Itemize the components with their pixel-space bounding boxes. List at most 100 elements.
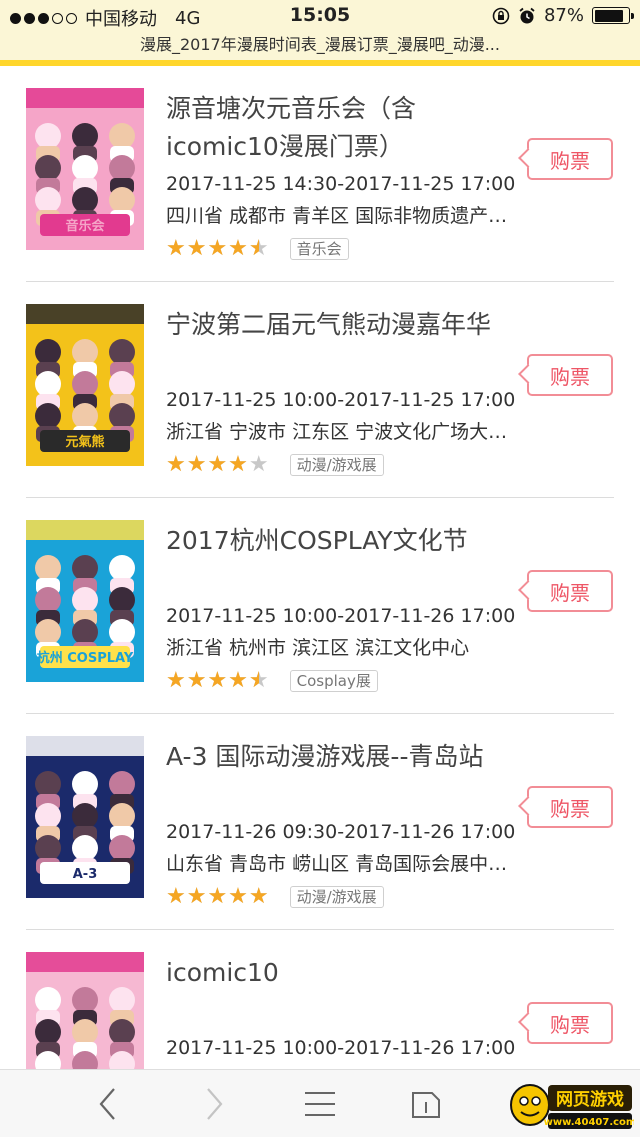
event-title[interactable]: 宁波第二届元气熊动漫嘉年华 [166,306,516,344]
buy-ticket-button[interactable]: 购票 [527,1002,613,1044]
poster-figure [72,371,98,397]
poster-figure [72,123,98,149]
tabs-button[interactable] [404,1084,448,1124]
poster-figure [109,587,135,613]
event-poster[interactable]: 杭州 COSPLAY [26,520,144,682]
poster-figure [72,403,98,429]
poster-caption: 元氣熊 [65,434,104,450]
event-info: A-3 国际动漫游戏展--青岛站 [166,738,516,776]
poster-caption: 杭州 COSPLAY [37,650,134,666]
site-watermark: 网页游戏 www.40407.com [510,1084,634,1129]
poster-figure [72,187,98,213]
event-tag: 音乐会 [289,238,349,260]
poster-figure [72,803,98,829]
poster-header-band [26,88,144,108]
poster-figure [109,619,135,645]
poster-figure [72,555,98,581]
event-poster[interactable]: 音乐会 [26,88,144,250]
poster-figure [72,835,98,861]
event-title[interactable]: A-3 国际动漫游戏展--青岛站 [166,738,516,776]
event-time: 2017-11-25 10:00-2017-11-26 17:00 [166,605,516,627]
menu-icon [305,1092,335,1116]
event-info: icomic10 [166,954,516,992]
event-poster[interactable]: 元氣熊 [26,304,144,466]
event-tag: Cosplay展 [289,670,378,692]
poster-figure [72,1019,98,1045]
event-meta: 2017-11-25 14:30-2017-11-25 17:00 四川省 成都… [166,168,516,266]
back-button[interactable] [86,1084,130,1124]
watermark-name: 网页游戏 [556,1089,624,1110]
event-info: 宁波第二届元气熊动漫嘉年华 [166,306,516,344]
poster-figure [109,187,135,213]
poster-figure [35,155,61,181]
forward-button[interactable] [192,1084,236,1124]
poster-figure [72,619,98,645]
poster-figure [35,587,61,613]
poster-figure [109,555,135,581]
status-right: 87% [492,5,634,26]
poster-figure [109,339,135,365]
poster-figure [109,987,135,1013]
event-address: 浙江省 杭州市 滨江区 滨江文化中心 [166,637,470,659]
url-bar-title[interactable]: 漫展_2017年漫展时间表_漫展订票_漫展吧_动漫... [0,31,640,55]
event-time: 2017-11-25 10:00-2017-11-25 17:00 [166,389,516,411]
event-poster[interactable]: A-3 [26,736,144,898]
poster-figure [109,155,135,181]
event-item[interactable]: 杭州 COSPLAY 2017杭州COSPLAY文化节 2017-11-25 1… [0,498,640,714]
buy-ticket-button[interactable]: 购票 [527,354,613,396]
event-meta: 2017-11-25 10:00-2017-11-25 17:00 浙江省 宁波… [166,384,516,482]
event-address: 浙江省 宁波市 江东区 宁波文化广场大剧院 [166,421,516,443]
poster-figure [109,1019,135,1045]
event-address: 四川省 成都市 青羊区 国际非物质遗产博览园 [166,205,516,227]
status-bar: 中国移动 4G 15:05 87% [0,0,640,32]
event-info: 源音塘次元音乐会（含icomic10漫展门票） [166,90,516,166]
poster-figure [109,835,135,861]
poster-figure [35,619,61,645]
rating-stars-icon: ★★★★★★★★★★ [166,236,270,261]
event-list: 音乐会 源音塘次元音乐会（含icomic10漫展门票） 2017-11-25 1… [0,66,640,1137]
poster-figure [109,403,135,429]
poster-figure [35,803,61,829]
buy-ticket-button[interactable]: 购票 [527,570,613,612]
event-title[interactable]: 源音塘次元音乐会（含icomic10漫展门票） [166,90,516,166]
poster-figure [35,555,61,581]
event-footer: ★★★★★★★★★★ 动漫/游戏展 [166,880,516,914]
event-title[interactable]: 2017杭州COSPLAY文化节 [166,522,516,560]
poster-figure [109,771,135,797]
poster-caption: 音乐会 [65,218,105,234]
event-footer: ★★★★★★★★★★ Cosplay展 [166,664,516,698]
buy-ticket-button[interactable]: 购票 [527,138,613,180]
event-footer: ★★★★★★★★★★ 音乐会 [166,232,516,266]
menu-button[interactable] [298,1084,342,1124]
poster-figure [35,187,61,213]
poster-header-band [26,736,144,756]
event-address: 山东省 青岛市 崂山区 青岛国际会展中心3号馆 [166,853,516,875]
poster-figure [72,987,98,1013]
poster-figure [35,123,61,149]
poster-figure [72,155,98,181]
battery-icon [592,7,634,24]
poster-caption: A-3 [73,867,98,882]
poster-figure [35,371,61,397]
poster-figure [109,123,135,149]
poster-figure [72,771,98,797]
event-time: 2017-11-25 14:30-2017-11-25 17:00 [166,173,516,195]
poster-figure [109,371,135,397]
poster-figure [109,803,135,829]
event-item[interactable]: 音乐会 源音塘次元音乐会（含icomic10漫展门票） 2017-11-25 1… [0,66,640,282]
poster-figure [35,987,61,1013]
orientation-lock-icon [492,7,510,24]
top-bar: 中国移动 4G 15:05 87% 漫展_2017年漫展时间表_漫展订票_漫展吧… [0,0,640,62]
poster-figure [35,403,61,429]
battery-percent: 87% [543,5,584,26]
event-tag: 动漫/游戏展 [289,454,384,476]
poster-figure [72,587,98,613]
tabs-icon [412,1092,440,1118]
event-item[interactable]: A-3 A-3 国际动漫游戏展--青岛站 2017-11-26 09:30-20… [0,714,640,930]
poster-header-band [26,520,144,540]
poster-figure [35,1019,61,1045]
chevron-right-icon [207,1088,223,1120]
event-item[interactable]: 元氣熊 宁波第二届元气熊动漫嘉年华 2017-11-25 10:00-2017-… [0,282,640,498]
event-title[interactable]: icomic10 [166,954,516,992]
buy-ticket-button[interactable]: 购票 [527,786,613,828]
